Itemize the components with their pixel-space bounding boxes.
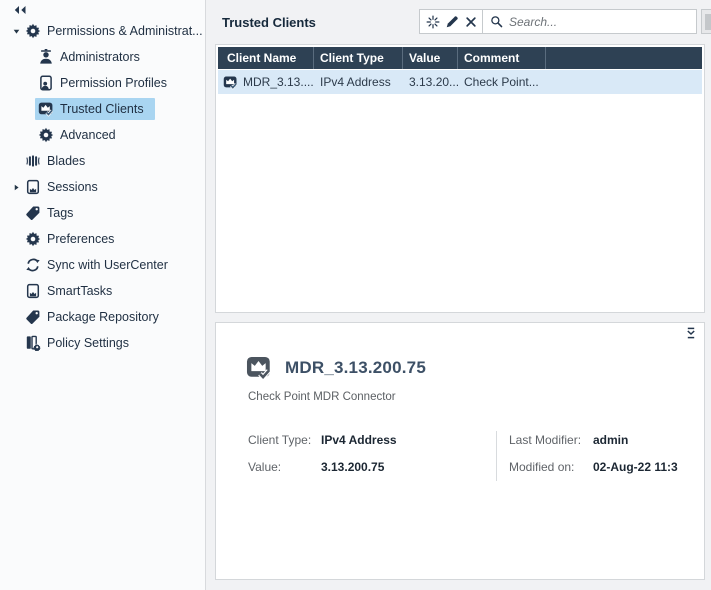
sidebar-item-tags[interactable]: Tags: [0, 200, 205, 226]
new-button[interactable]: [423, 12, 442, 31]
main-content: Trusted Clients Client Name Client Type …: [207, 0, 711, 590]
toolbar: [419, 9, 484, 34]
sidebar-item-package-repository[interactable]: Package Repository: [0, 304, 205, 330]
sidebar-item-advanced[interactable]: Advanced: [0, 122, 205, 148]
details-title: MDR_3.13.200.75: [285, 358, 426, 377]
search-icon: [490, 15, 503, 28]
field-value-modified-on: 02-Aug-22 11:3: [593, 460, 678, 474]
policy-settings-icon: [25, 335, 41, 351]
delete-x-icon: [464, 15, 478, 29]
smarttask-icon: [25, 283, 41, 299]
cell-comment: Check Point...: [464, 75, 539, 89]
cell-client-name: MDR_3.13....: [243, 75, 314, 89]
sidebar-item-sync-usercenter[interactable]: Sync with UserCenter: [0, 252, 205, 278]
sidebar: Permissions & Administrat... Administrat…: [0, 0, 206, 590]
sidebar-item-label: Advanced: [60, 128, 116, 142]
field-label-last-modifier: Last Modifier:: [509, 433, 582, 447]
sidebar-item-label: Blades: [47, 154, 86, 168]
gear-icon: [38, 127, 54, 143]
trusted-client-icon: [223, 75, 238, 90]
column-header-value[interactable]: Value: [403, 47, 458, 69]
new-sparkle-icon: [426, 15, 440, 29]
clipped-edge-button[interactable]: [701, 9, 711, 34]
field-value-last-modifier: admin: [593, 433, 629, 447]
search-box: [482, 9, 697, 34]
sidebar-item-smarttasks[interactable]: SmartTasks: [0, 278, 205, 304]
sidebar-item-label: Permissions & Administrat...: [47, 24, 203, 38]
table-row[interactable]: MDR_3.13.... IPv4 Address 3.13.20... Che…: [218, 70, 702, 94]
gear-icon: [25, 23, 41, 39]
blades-icon: [25, 153, 41, 169]
field-value-client-type: IPv4 Address: [321, 433, 397, 447]
sidebar-item-blades[interactable]: Blades: [0, 148, 205, 174]
details-panel: MDR_3.13.200.75 Check Point MDR Connecto…: [215, 322, 705, 580]
search-input[interactable]: [509, 14, 696, 29]
chevron-right-icon[interactable]: [13, 184, 22, 191]
page-title: Trusted Clients: [222, 15, 316, 30]
sidebar-item-trusted-clients[interactable]: Trusted Clients: [0, 96, 205, 122]
sidebar-item-preferences[interactable]: Preferences: [0, 226, 205, 252]
gear-icon: [25, 231, 41, 247]
details-subtitle: Check Point MDR Connector: [248, 391, 396, 403]
sidebar-item-label: Administrators: [60, 50, 140, 64]
sidebar-item-label: Sessions: [47, 180, 98, 194]
sidebar-item-policy-settings[interactable]: Policy Settings: [0, 330, 205, 356]
edit-button[interactable]: [442, 12, 461, 31]
sidebar-item-label: Permission Profiles: [60, 76, 167, 90]
trusted-client-icon: [38, 101, 54, 117]
package-icon: [25, 309, 41, 325]
sidebar-item-permission-profiles[interactable]: Permission Profiles: [0, 70, 205, 96]
chevron-down-icon[interactable]: [13, 28, 22, 35]
sidebar-item-permissions-administrators[interactable]: Permissions & Administrat...: [0, 18, 205, 44]
sidebar-item-label: Sync with UserCenter: [47, 258, 168, 272]
field-label-client-type: Client Type:: [248, 433, 312, 447]
field-label-modified-on: Modified on:: [509, 460, 575, 474]
table-header: Client Name Client Type Value Comment: [218, 47, 702, 69]
column-header-client-name[interactable]: Client Name: [218, 47, 314, 69]
sidebar-item-label: Policy Settings: [47, 336, 129, 350]
field-label-value: Value:: [248, 460, 282, 474]
panel-collapse-icon[interactable]: [685, 327, 698, 340]
sync-icon: [25, 257, 41, 273]
administrator-icon: [38, 49, 54, 65]
cell-value: 3.13.20...: [409, 75, 458, 89]
sidebar-item-administrators[interactable]: Administrators: [0, 44, 205, 70]
sidebar-item-label: Package Repository: [47, 310, 159, 324]
sidebar-collapse-icon[interactable]: [13, 5, 27, 15]
tag-icon: [25, 205, 41, 221]
sidebar-item-label: Trusted Clients: [60, 102, 144, 116]
delete-button[interactable]: [461, 12, 480, 31]
sidebar-item-sessions[interactable]: Sessions: [0, 174, 205, 200]
permission-profile-icon: [38, 75, 54, 91]
field-value-value: 3.13.200.75: [321, 460, 385, 474]
session-icon: [25, 179, 41, 195]
edit-pencil-icon: [445, 15, 459, 29]
sidebar-item-label: Tags: [47, 206, 74, 220]
column-header-client-type[interactable]: Client Type: [314, 47, 403, 69]
sidebar-item-label: Preferences: [47, 232, 115, 246]
navigation-tree: Permissions & Administrat... Administrat…: [0, 18, 205, 356]
sidebar-item-label: SmartTasks: [47, 284, 113, 298]
trusted-clients-list-panel: Client Name Client Type Value Comment MD…: [215, 44, 705, 313]
fields-divider: [496, 431, 497, 481]
trusted-client-badge-icon: [246, 355, 272, 381]
cell-client-type: IPv4 Address: [320, 75, 391, 89]
column-header-comment[interactable]: Comment: [458, 47, 546, 69]
